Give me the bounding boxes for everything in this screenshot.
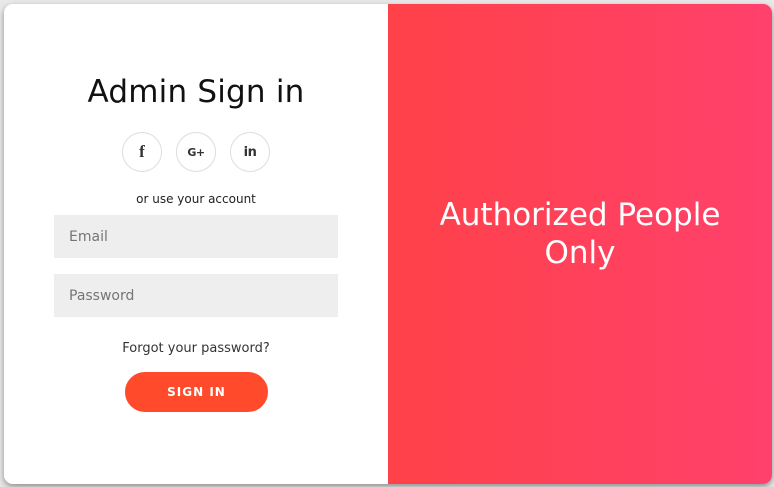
google-plus-icon[interactable]: G+ [176,132,216,172]
signin-panel: Admin Sign in f G+ in or use your accoun… [4,4,388,484]
alt-login-text: or use your account [136,192,256,206]
login-card: Admin Sign in f G+ in or use your accoun… [4,4,772,484]
overlay-panel: Authorized People Only [388,4,772,484]
page-title: Admin Sign in [87,74,305,110]
email-field[interactable] [54,215,338,258]
overlay-headline: Authorized People Only [439,197,721,271]
facebook-icon[interactable]: f [122,132,162,172]
social-login-group: f G+ in [4,132,388,172]
sign-in-button[interactable]: SIGN IN [125,372,268,412]
forgot-password-link[interactable]: Forgot your password? [4,341,388,356]
linkedin-icon[interactable]: in [230,132,270,172]
password-field[interactable] [54,274,338,317]
